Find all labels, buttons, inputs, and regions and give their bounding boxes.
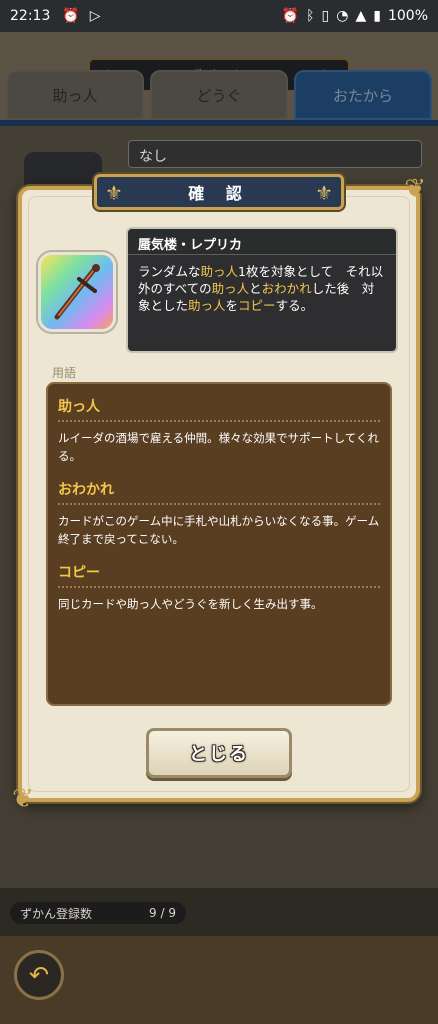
- battery-icon: ▮: [373, 8, 381, 24]
- wifi-icon: ◔: [336, 8, 349, 24]
- clock: 22:13: [10, 8, 51, 24]
- tab-treasures[interactable]: おたから: [294, 70, 432, 120]
- bluetooth-icon: ᛒ: [306, 8, 315, 24]
- term-heading: コピー: [58, 562, 380, 588]
- dialog-title-plate: ⚜ 確 認 ⚜: [94, 174, 344, 210]
- description-text: と: [249, 281, 262, 296]
- fleur-icon: ⚜: [105, 181, 123, 205]
- item-card: [38, 252, 116, 332]
- term-body: ルイーダの酒場で雇える仲間。様々な効果でサポートしてくれる。: [58, 431, 379, 463]
- term-body: カードがこのゲーム中に手札や山札からいなくなる事。ゲーム終了まで戻ってこない。: [58, 514, 380, 546]
- corner-ornament-icon: ❦: [12, 784, 34, 814]
- alarm-icon: ⏰: [281, 8, 300, 24]
- terms-box: 助っ人 ルイーダの酒場で雇える仲間。様々な効果でサポートしてくれる。 おわかれ …: [46, 382, 392, 706]
- vibrate-icon: ▯: [321, 8, 330, 24]
- counter-value: 9 / 9: [149, 906, 176, 920]
- tab-items[interactable]: どうぐ: [150, 70, 288, 120]
- terms-label: 用語: [52, 366, 77, 380]
- counter-label: ずかん登録数: [20, 906, 93, 921]
- keyword-highlight: 助っ人: [211, 281, 250, 296]
- term-entry: コピー 同じカードや助っ人やどうぐを新しく生み出す事。: [58, 562, 380, 613]
- term-entry: おわかれ カードがこのゲーム中に手札や山札からいなくなる事。ゲーム終了まで戻って…: [58, 479, 380, 548]
- back-arrow-icon: ↶: [28, 961, 50, 989]
- keyword-highlight: おわかれ: [261, 281, 312, 296]
- item-description: ランダムな助っ人1枚を対象として それ以外のすべての助っ人とおわかれした後 対象…: [128, 255, 396, 322]
- back-button[interactable]: ↶: [14, 950, 64, 1000]
- tab-helpers[interactable]: 助っ人: [6, 70, 144, 120]
- term-body: 同じカードや助っ人やどうぐを新しく生み出す事。: [58, 597, 323, 611]
- keyword-highlight: 助っ人: [188, 298, 226, 313]
- signal-icon: ▲: [355, 8, 367, 24]
- footer-band: [0, 936, 438, 1024]
- sword-icon: [54, 264, 100, 320]
- status-bar: 22:13 ⏰ ▷ ⏰ ᛒ ▯ ◔ ▲ ▮ 100%: [0, 0, 438, 32]
- battery-percent: 100%: [387, 8, 428, 24]
- fleur-icon: ⚜: [315, 181, 333, 205]
- description-text: を: [225, 298, 239, 313]
- dialog-title: 確 認: [188, 184, 250, 203]
- item-name: 蜃気楼・レプリカ: [128, 229, 396, 255]
- keyword-highlight: コピー: [238, 298, 276, 313]
- collection-counter: ずかん登録数 9 / 9: [10, 902, 186, 924]
- description-text: ランダムな: [138, 264, 201, 279]
- corner-ornament-icon: ❦: [404, 174, 426, 204]
- keyword-highlight: 助っ人: [200, 264, 239, 279]
- category-tabs: 助っ人 どうぐ おたから: [6, 70, 432, 120]
- term-heading: 助っ人: [58, 396, 380, 422]
- selected-value: なし: [128, 140, 422, 168]
- item-description-box: 蜃気楼・レプリカ ランダムな助っ人1枚を対象として それ以外のすべての助っ人とお…: [126, 227, 398, 353]
- close-button[interactable]: とじる: [146, 728, 292, 778]
- term-heading: おわかれ: [58, 479, 380, 505]
- play-store-icon: ▷: [89, 8, 101, 24]
- alarm-icon: ⏰: [62, 8, 80, 24]
- description-text: する。: [275, 298, 314, 313]
- term-entry: 助っ人 ルイーダの酒場で雇える仲間。様々な効果でサポートしてくれる。: [58, 396, 380, 465]
